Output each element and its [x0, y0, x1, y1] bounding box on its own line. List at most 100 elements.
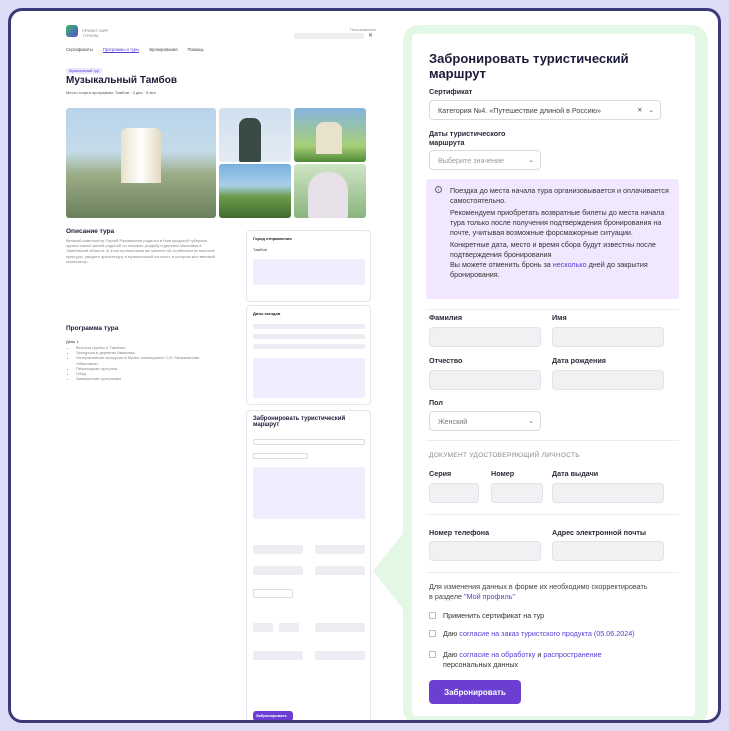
mini-field[interactable]: [315, 545, 365, 554]
mini-field[interactable]: [315, 566, 365, 575]
tour-page-preview: ПРИВЕТ МИР ТУРИЗМ Пользователь ✕ Сертифи…: [66, 25, 386, 720]
name-field[interactable]: [552, 327, 664, 347]
chevron-down-icon[interactable]: ⌄: [529, 417, 534, 425]
booking-form: Забронировать туристический маршрут Серт…: [412, 34, 695, 716]
checkbox-data-consent-label: Даю согласие на обработку и распростране…: [443, 650, 629, 669]
mini-field[interactable]: [253, 651, 303, 660]
checkbox-icon[interactable]: [429, 651, 436, 658]
dates-card: Даты заездов: [246, 305, 371, 405]
divider: [426, 514, 679, 515]
gallery-photo-landscape[interactable]: [219, 164, 291, 218]
close-icon[interactable]: ✕: [368, 32, 373, 39]
mini-note: [253, 467, 365, 519]
number-label: Номер: [491, 469, 515, 478]
checkbox-tour-consent-label: Даю согласие на заказ туристского продук…: [443, 629, 635, 639]
departure-title: Город отправления: [253, 236, 292, 241]
surname-label: Фамилия: [429, 313, 463, 322]
surname-field[interactable]: [429, 327, 541, 347]
consent-and: и: [537, 650, 542, 659]
gallery-photo-monument[interactable]: [219, 108, 291, 162]
phone-label: Номер телефона: [429, 528, 490, 537]
profile-info: Для изменения данных в форме их необходи…: [429, 582, 649, 602]
birthdate-label: Дата рождения: [552, 356, 606, 365]
phone-field[interactable]: [429, 541, 541, 561]
mini-field[interactable]: [315, 623, 365, 632]
mini-field[interactable]: [253, 545, 303, 554]
tour-badge: Музыкальный тур: [66, 68, 102, 74]
certificate-select[interactable]: Категория №4. «Путешествие длиной в Росс…: [429, 100, 661, 120]
series-label: Серия: [429, 469, 452, 478]
date-row[interactable]: [253, 324, 365, 329]
description-title: Описание тура: [66, 228, 115, 235]
divider: [426, 572, 679, 573]
mini-form-title: Забронировать туристический маршрут: [253, 416, 346, 428]
info-icon: i: [435, 186, 442, 193]
issue-date-field[interactable]: [552, 483, 664, 503]
processing-consent-link[interactable]: согласие на обработку: [459, 650, 535, 659]
checkbox-certificate[interactable]: Применить сертификат на тур: [429, 611, 544, 621]
program-title: Программа тура: [66, 325, 119, 332]
nav-item-certificates[interactable]: Сертификаты: [66, 47, 93, 53]
note-p1: Поездка до места начала тура организовыв…: [450, 186, 669, 205]
profile-info-text: Для изменения данных в форме их необходи…: [429, 582, 648, 601]
dates-select[interactable]: Выберите значение ⌄: [429, 150, 541, 170]
tour-meta: Место старта программы: Тамбов · 3 дня ·…: [66, 90, 156, 95]
date-row[interactable]: [253, 344, 365, 349]
dates-title: Даты заездов: [253, 311, 281, 316]
page-title: Музыкальный Тамбов: [66, 75, 177, 86]
tour-consent-link[interactable]: согласие на заказ туристского продукта (…: [459, 629, 634, 638]
nav-item-bookings[interactable]: Бронирования: [149, 47, 177, 53]
dates-placeholder: Выберите значение: [438, 155, 505, 165]
logo-text: ПРИВЕТ МИР ТУРИЗМ: [82, 28, 109, 39]
mini-field[interactable]: [253, 566, 303, 575]
gender-select[interactable]: Женский ⌄: [429, 411, 541, 431]
series-field[interactable]: [429, 483, 479, 503]
checkbox-data-consent[interactable]: Даю согласие на обработку и распростране…: [429, 650, 629, 669]
logo-icon[interactable]: [66, 25, 78, 37]
mini-dates-select[interactable]: [253, 453, 308, 459]
name-label: Имя: [552, 313, 567, 322]
gallery-photo-church[interactable]: [294, 108, 366, 162]
note-p4: Вы можете отменить бронь за несколько дн…: [450, 260, 671, 280]
mini-field[interactable]: [279, 623, 299, 632]
mini-certificate-select[interactable]: [253, 439, 365, 445]
nav-item-programs[interactable]: Программы и туры: [102, 47, 140, 53]
departure-note: [253, 259, 365, 285]
consent-prefix: Даю: [443, 650, 458, 659]
program-list: Встреча группы в Тамбове Экскурсия в дер…: [76, 345, 216, 381]
program-day: День 1: [66, 339, 79, 344]
email-label: Адрес электронной почты: [552, 528, 647, 537]
cancel-days-link[interactable]: несколько: [553, 260, 587, 269]
consent-suffix: персональных данных: [443, 659, 519, 669]
chevron-down-icon[interactable]: ⌄: [649, 106, 654, 114]
checkbox-tour-consent[interactable]: Даю согласие на заказ туристского продук…: [429, 629, 635, 639]
program-item: Интерактивная экскурсия в Музее-заповедн…: [76, 355, 216, 365]
patronymic-field[interactable]: [429, 370, 541, 390]
certificate-label: Сертификат: [429, 87, 473, 96]
chevron-down-icon[interactable]: ⌄: [529, 156, 534, 164]
nav-item-help[interactable]: Помощь: [188, 47, 204, 53]
clear-icon[interactable]: ✕: [637, 106, 642, 114]
submit-button[interactable]: Забронировать: [429, 680, 521, 704]
note-p2: Рекомендуем приобретать возвратные билет…: [450, 208, 665, 237]
email-field[interactable]: [552, 541, 664, 561]
gallery-photo-main[interactable]: [66, 108, 216, 218]
date-row[interactable]: [253, 334, 365, 339]
form-title: Забронировать туристический маршрут: [429, 51, 629, 81]
number-field[interactable]: [491, 483, 543, 503]
patronymic-label: Отчество: [429, 356, 463, 365]
account-label: Пользователь: [350, 27, 376, 32]
account-field[interactable]: [294, 33, 364, 39]
mini-field[interactable]: [315, 651, 365, 660]
top-nav: Сертификаты Программы и туры Бронировани…: [66, 47, 204, 53]
checkbox-icon[interactable]: [429, 630, 436, 637]
mini-gender-select[interactable]: [253, 589, 293, 598]
my-profile-link[interactable]: "Мой профиль": [464, 592, 515, 601]
distribution-consent-link[interactable]: распространение: [543, 650, 601, 659]
birthdate-field[interactable]: [552, 370, 664, 390]
checkbox-icon[interactable]: [429, 612, 436, 619]
issue-date-label: Дата выдачи: [552, 469, 599, 478]
document-section-title: ДОКУМЕНТ УДОСТОВЕРЯЮЩИЙ ЛИЧНОСТЬ: [429, 452, 580, 459]
gallery-photo-people[interactable]: [294, 164, 366, 218]
mini-field[interactable]: [253, 623, 273, 632]
